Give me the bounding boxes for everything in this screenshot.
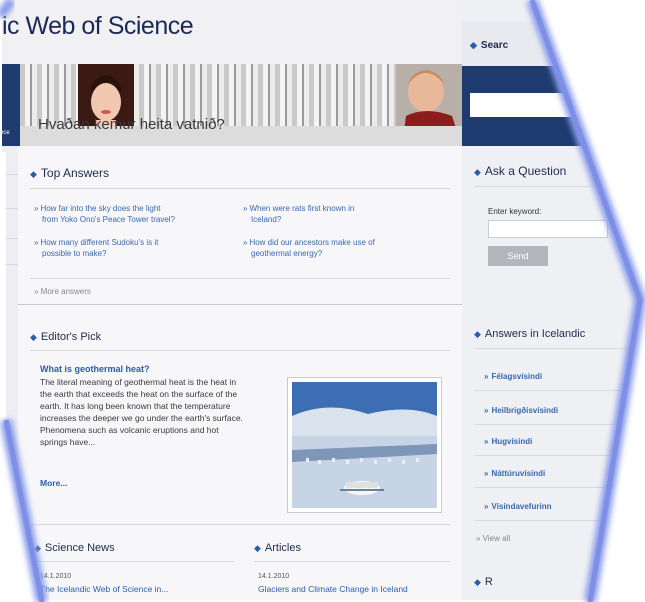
section-divider <box>18 304 462 305</box>
editors-pick-body: The literal meaning of geothermal heat i… <box>40 377 243 447</box>
more-answers-link[interactable]: » More answers <box>34 287 91 296</box>
arrow-icon: » <box>34 238 39 247</box>
science-news-title: ◆ Science News <box>34 542 115 554</box>
arrow-icon: » <box>484 406 489 415</box>
nav-label[interactable]: nce <box>0 130 10 136</box>
section-divider <box>30 350 450 351</box>
arrow-icon: » <box>243 238 248 247</box>
section-divider <box>474 390 644 391</box>
bullet-icon: ◆ <box>30 169 37 179</box>
section-divider <box>474 348 644 349</box>
answer-link[interactable]: » How far into the sky does the light from… <box>34 203 175 225</box>
banner-question[interactable]: Hvaðan kemur heita vatnið? <box>38 116 225 133</box>
answer-link[interactable]: » How did our ancestors make use of geothe… <box>243 237 375 259</box>
news-headline-link[interactable]: The Icelandic Web of Science in... <box>40 584 168 594</box>
send-button[interactable]: Send <box>488 246 548 266</box>
arrow-icon: » <box>476 534 483 543</box>
icelandic-link[interactable]: » Náttúruvísindi <box>484 469 545 478</box>
arrow-icon: » <box>484 372 489 381</box>
arrow-icon: » <box>34 204 39 213</box>
bullet-icon: ◆ <box>470 40 477 50</box>
section-divider <box>254 561 450 562</box>
section-divider <box>474 186 644 187</box>
article-date: 14.1.2010 <box>258 573 290 580</box>
top-answers-title-text: Top Answers <box>40 166 109 180</box>
bottom-section-title: ◆ R <box>474 576 493 588</box>
answer-link[interactable]: » How many different Sudoku's is it possib… <box>34 237 158 259</box>
arrow-icon: » <box>484 437 489 446</box>
articles-title: ◆ Articles <box>254 542 301 554</box>
nav-divider <box>0 238 18 239</box>
web-page: ic Web of Science Hvaðan kemur heita vat… <box>0 0 645 602</box>
arrow-icon: » <box>34 287 41 296</box>
icelandic-link[interactable]: » Hugvísindi <box>484 437 532 446</box>
bullet-icon: ◆ <box>30 332 37 342</box>
banner: Hvaðan kemur heita vatnið? <box>0 64 462 146</box>
bullet-icon: ◆ <box>474 577 481 587</box>
section-divider <box>474 455 644 456</box>
arrow-icon: » <box>484 502 489 511</box>
arrow-icon: » <box>243 204 248 213</box>
section-divider <box>474 520 644 521</box>
top-answers-title: ◆ Top Answers <box>30 166 109 180</box>
site-title[interactable]: ic Web of Science <box>2 12 194 41</box>
answers-icelandic-title: ◆ Answers in Icelandic <box>474 328 586 340</box>
news-date: 14.1.2010 <box>40 573 72 580</box>
keyword-input[interactable] <box>488 220 608 238</box>
icelandic-link[interactable]: » Heilbrigðisvísindi <box>484 406 558 415</box>
section-divider <box>474 487 644 488</box>
arrow-icon: » <box>484 469 489 478</box>
bullet-icon: ◆ <box>474 329 481 339</box>
view-all-link[interactable]: » View all <box>476 534 510 543</box>
editors-pick-more-link[interactable]: More... <box>40 478 67 488</box>
icelandic-link[interactable]: » Félagsvísindi <box>484 372 542 381</box>
editors-pick-title: ◆ Editor's Pick <box>30 331 102 343</box>
section-divider <box>34 561 234 562</box>
editors-pick-question-link[interactable]: What is geothermal heat? <box>40 364 150 374</box>
answer-link[interactable]: » When were rats first known in Iceland? <box>243 203 354 225</box>
nav-divider <box>0 264 18 265</box>
geothermal-photo[interactable] <box>287 377 442 513</box>
section-divider <box>30 524 450 525</box>
article-headline-link[interactable]: Glaciers and Climate Change in Iceland <box>258 584 408 594</box>
section-divider <box>30 278 450 279</box>
left-nav-column <box>0 146 18 602</box>
section-divider <box>474 424 644 425</box>
nav-divider <box>0 174 18 175</box>
nav-divider <box>0 208 18 209</box>
keyword-label: Enter keyword: <box>488 207 542 216</box>
ask-question-title: ◆ Ask a Question <box>474 164 567 178</box>
search-title: ◆ Searc <box>470 40 509 51</box>
icelandic-link[interactable]: » Vísindavefurinn <box>484 502 551 511</box>
bullet-icon: ◆ <box>474 167 481 177</box>
search-input[interactable] <box>470 93 580 117</box>
bullet-icon: ◆ <box>254 543 261 553</box>
section-divider <box>30 188 450 189</box>
screenshot-stage: ic Web of Science Hvaðan kemur heita vat… <box>0 0 645 602</box>
bullet-icon: ◆ <box>34 543 41 553</box>
